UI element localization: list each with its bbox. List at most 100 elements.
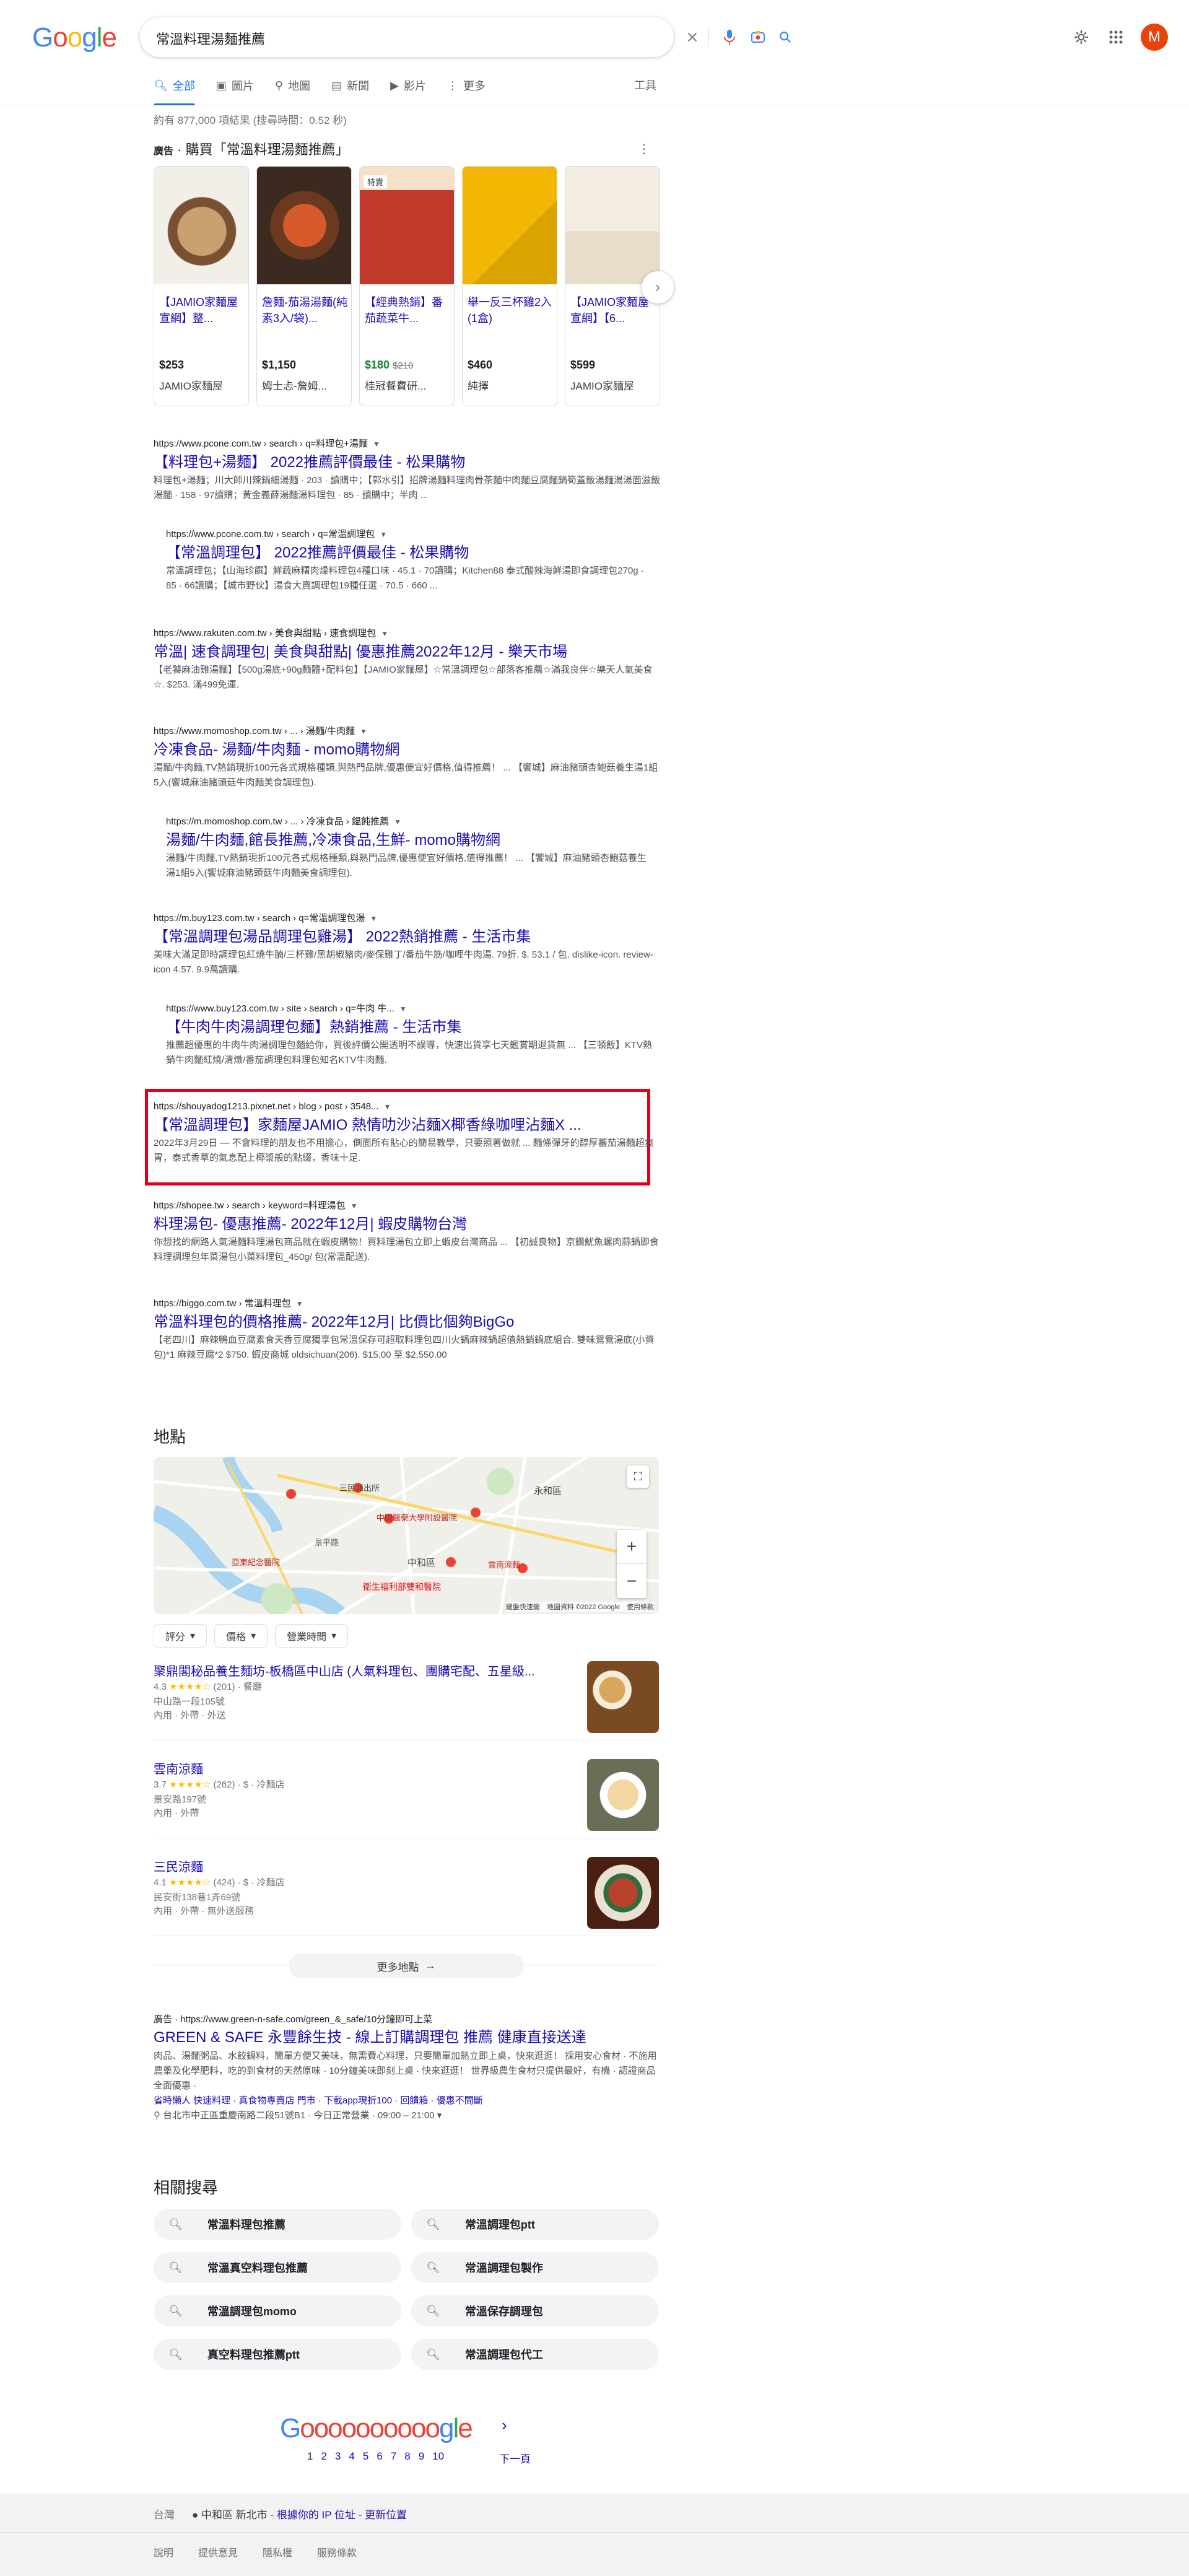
result-url[interactable]: https://shopee.tw › search › keyword=料理湯… bbox=[154, 1199, 661, 1213]
fullscreen-icon[interactable]: ⛶ bbox=[627, 1465, 649, 1488]
caret-down-icon[interactable]: ▼ bbox=[360, 727, 367, 736]
page-number[interactable]: 8 bbox=[404, 2450, 410, 2463]
related-search-item[interactable]: 🔍︎ 常溫真空料理包推薦 bbox=[154, 2252, 401, 2283]
footer-link-help[interactable]: 說明 bbox=[154, 2544, 173, 2559]
result-url[interactable]: https://m.momoshop.com.tw › ... › 冷凍食品 ›… bbox=[166, 815, 655, 829]
result-url[interactable]: https://m.buy123.com.tw › search › q=常溫調… bbox=[154, 912, 661, 925]
caret-down-icon[interactable]: ▼ bbox=[380, 530, 387, 539]
result-url[interactable]: https://www.pcone.com.tw › search › q=料理… bbox=[154, 437, 661, 451]
tab-images[interactable]: ▣ 圖片 bbox=[216, 73, 254, 98]
related-search-item[interactable]: 🔍︎ 常溫保存調理包 bbox=[411, 2295, 659, 2326]
search-input[interactable]: 常溫料理湯麵推薦 bbox=[156, 28, 265, 48]
zoom-out-button[interactable]: − bbox=[617, 1564, 647, 1598]
filter-price[interactable]: 價格 ▾ bbox=[214, 1624, 268, 1648]
result-title[interactable]: 常溫料理包的價格推薦- 2022年12月| 比價比個夠BigGo bbox=[154, 1312, 661, 1333]
tools-button[interactable]: 工具 bbox=[634, 77, 656, 93]
caret-down-icon[interactable]: ▼ bbox=[370, 914, 377, 923]
related-search-item[interactable]: 🔍︎ 真空料理包推薦ptt bbox=[154, 2339, 401, 2370]
place-item[interactable]: 雲南涼麵 3.7 ★★★★☆ (262) · $ · 冷麵店 景安路197號 內… bbox=[154, 1755, 659, 1838]
carousel-next-button[interactable]: › bbox=[642, 271, 674, 303]
camera-lens-icon[interactable] bbox=[748, 27, 768, 47]
page-number[interactable]: 4 bbox=[349, 2450, 354, 2463]
related-search-item[interactable]: 🔍︎ 常溫料理包推薦 bbox=[154, 2209, 401, 2240]
place-item[interactable]: 三民涼麵 4.1 ★★★★☆ (424) · $ · 冷麵店 民安街138巷1弄… bbox=[154, 1853, 659, 1936]
result-url[interactable]: https://biggo.com.tw › 常溫料理包 ▼ bbox=[154, 1297, 661, 1311]
zoom-in-button[interactable]: + bbox=[617, 1530, 647, 1564]
result-title[interactable]: 湯麵/牛肉麵,館長推薦,冷凍食品,生鮮- momo購物網 bbox=[166, 830, 655, 851]
result-title[interactable]: 【料理包+湯麵】 2022推薦評價最佳 - 松果購物 bbox=[154, 452, 661, 473]
update-location-link[interactable]: 更新位置 bbox=[365, 2509, 407, 2521]
result-url[interactable]: https://shouyadog1213.pixnet.net › blog … bbox=[154, 1100, 661, 1114]
filter-hours[interactable]: 營業時間 ▾ bbox=[275, 1624, 349, 1648]
ad-sitelinks[interactable]: 省時懶人 快速料理 · 真食物專賣店 門市 · 下載app現折100 · 回饋箱… bbox=[154, 2094, 659, 2108]
places-map[interactable]: 三民派出所 永和區 中和區 亞東紀念醫院 中國醫藥大學附設醫院 景平路 雲南涼麵… bbox=[154, 1457, 659, 1614]
chevron-right-icon[interactable]: › bbox=[502, 2416, 507, 2435]
footer-link-terms[interactable]: 服務條款 bbox=[317, 2544, 357, 2559]
next-page-link[interactable]: 下一頁 bbox=[499, 2450, 531, 2466]
caret-down-icon[interactable]: ▼ bbox=[384, 1102, 391, 1111]
google-logo[interactable]: Google bbox=[32, 22, 117, 53]
product-card[interactable]: 特賣 【經典熱銷】番茄蔬菜牛... $180 $210 桂冠餐費研... bbox=[359, 166, 455, 406]
search-icon[interactable] bbox=[775, 27, 795, 47]
caret-down-icon[interactable]: ▼ bbox=[394, 818, 401, 826]
map-attribution[interactable]: 鍵盤快速鍵 地圖資料 ©2022 Google 使用條款 bbox=[505, 1602, 654, 1612]
result-title[interactable]: 常溫| 速食調理包| 美食與甜點| 優惠推薦2022年12月 - 樂天市場 bbox=[154, 642, 661, 663]
product-card[interactable]: 詹麵-茄湯湯麵(純素3入/袋)... $1,150 姆士忐-詹姆... bbox=[256, 166, 352, 406]
more-places-button[interactable]: 更多地點 → bbox=[289, 1954, 524, 1978]
page-number[interactable]: 5 bbox=[363, 2450, 368, 2463]
microphone-icon[interactable] bbox=[720, 27, 739, 47]
apps-grid-icon[interactable] bbox=[1104, 25, 1128, 50]
result-url[interactable]: https://www.rakuten.com.tw › 美食與甜點 › 速食調… bbox=[154, 627, 661, 640]
place-name[interactable]: 聚鼎閣秘品養生麵坊-板橋區中山店 (人氣料理包、團購宅配、五星級... bbox=[154, 1661, 587, 1679]
page-number[interactable]: 2 bbox=[321, 2450, 326, 2463]
product-card[interactable]: 【JAMIO家麵屋宣網】整... $253 JAMIO家麵屋 bbox=[154, 166, 249, 406]
search-box[interactable]: 常溫料理湯麵推薦 bbox=[140, 17, 791, 57]
place-photo[interactable] bbox=[587, 1759, 659, 1831]
tab-videos[interactable]: ▶ 影片 bbox=[390, 73, 426, 98]
related-search-item[interactable]: 🔍︎ 常溫調理包momo bbox=[154, 2295, 401, 2326]
result-title[interactable]: 料理湯包- 優惠推薦- 2022年12月| 蝦皮購物台灣 bbox=[154, 1214, 661, 1235]
ad-location[interactable]: ⚲ 台北市中正區重慶南路二段51號B1 · 今日正常營業 · 09:00 – 2… bbox=[154, 2108, 659, 2123]
caret-down-icon[interactable]: ▼ bbox=[351, 1202, 358, 1210]
result-title[interactable]: 【常溫調理包】家麵屋JAMIO 熱情叻沙沾麵X椰香綠咖哩沾麵X ... bbox=[154, 1115, 661, 1136]
result-url[interactable]: https://www.momoshop.com.tw › ... › 湯麵/牛… bbox=[154, 725, 661, 738]
related-search-item[interactable]: 🔍︎ 常溫調理包代工 bbox=[411, 2339, 659, 2370]
result-title[interactable]: 【常溫調理包湯品調理包雞湯】 2022熱銷推薦 - 生活市集 bbox=[154, 927, 661, 948]
result-url[interactable]: https://www.pcone.com.tw › search › q=常溫… bbox=[166, 528, 655, 541]
place-name[interactable]: 雲南涼麵 bbox=[154, 1759, 587, 1777]
place-photo[interactable] bbox=[587, 1661, 659, 1733]
caret-down-icon[interactable]: ▼ bbox=[296, 1299, 303, 1308]
page-number[interactable]: 3 bbox=[335, 2450, 341, 2463]
clear-icon[interactable] bbox=[682, 27, 702, 47]
footer-link-privacy[interactable]: 隱私權 bbox=[263, 2544, 292, 2559]
product-card[interactable]: 舉一反三杯雞2入(1盒) $460 純擇 bbox=[462, 166, 557, 406]
more-options-icon[interactable]: ⋮ bbox=[638, 141, 650, 157]
tab-more[interactable]: ⋮ 更多 bbox=[447, 73, 486, 98]
page-number[interactable]: 7 bbox=[391, 2450, 396, 2463]
avatar[interactable]: M bbox=[1141, 24, 1168, 51]
place-photo[interactable] bbox=[587, 1857, 659, 1929]
footer-link-feedback[interactable]: 提供意見 bbox=[198, 2544, 238, 2559]
tab-all[interactable]: 🔍︎ 全部 bbox=[154, 73, 195, 105]
page-number[interactable]: 9 bbox=[419, 2450, 424, 2463]
gear-icon[interactable] bbox=[1069, 25, 1094, 50]
result-url[interactable]: https://www.buy123.com.tw › site › searc… bbox=[166, 1002, 655, 1016]
related-search-item[interactable]: 🔍︎ 常溫調理包製作 bbox=[411, 2252, 659, 2283]
place-item[interactable]: 聚鼎閣秘品養生麵坊-板橋區中山店 (人氣料理包、團購宅配、五星級... 4.3 … bbox=[154, 1657, 659, 1740]
ip-location-link[interactable]: 根據你的 IP 位址 bbox=[277, 2509, 355, 2521]
tab-maps[interactable]: ⚲ 地圖 bbox=[275, 73, 310, 98]
caret-down-icon[interactable]: ▼ bbox=[381, 629, 388, 638]
page-number[interactable]: 6 bbox=[377, 2450, 382, 2463]
ad-title[interactable]: GREEN & SAFE 永豐餘生技 - 線上訂購調理包 推薦 健康直接送達 bbox=[154, 2027, 659, 2049]
filter-rating[interactable]: 評分 ▾ bbox=[154, 1624, 207, 1648]
place-name[interactable]: 三民涼麵 bbox=[154, 1857, 587, 1875]
ad-url[interactable]: 廣告 · https://www.green-n-safe.com/green_… bbox=[154, 2013, 659, 2027]
caret-down-icon[interactable]: ▼ bbox=[399, 1005, 407, 1013]
tab-news[interactable]: ▤ 新聞 bbox=[331, 73, 369, 98]
result-title[interactable]: 【牛肉牛肉湯調理包麵】熱銷推薦 - 生活市集 bbox=[166, 1017, 655, 1038]
related-search-item[interactable]: 🔍︎ 常溫調理包ptt bbox=[411, 2209, 659, 2240]
caret-down-icon[interactable]: ▼ bbox=[373, 440, 380, 448]
result-title[interactable]: 【常溫調理包】 2022推薦評價最佳 - 松果購物 bbox=[166, 543, 655, 564]
page-number[interactable]: 10 bbox=[432, 2450, 444, 2463]
result-title[interactable]: 冷凍食品- 湯麵/牛肉麵 - momo購物網 bbox=[154, 740, 661, 761]
